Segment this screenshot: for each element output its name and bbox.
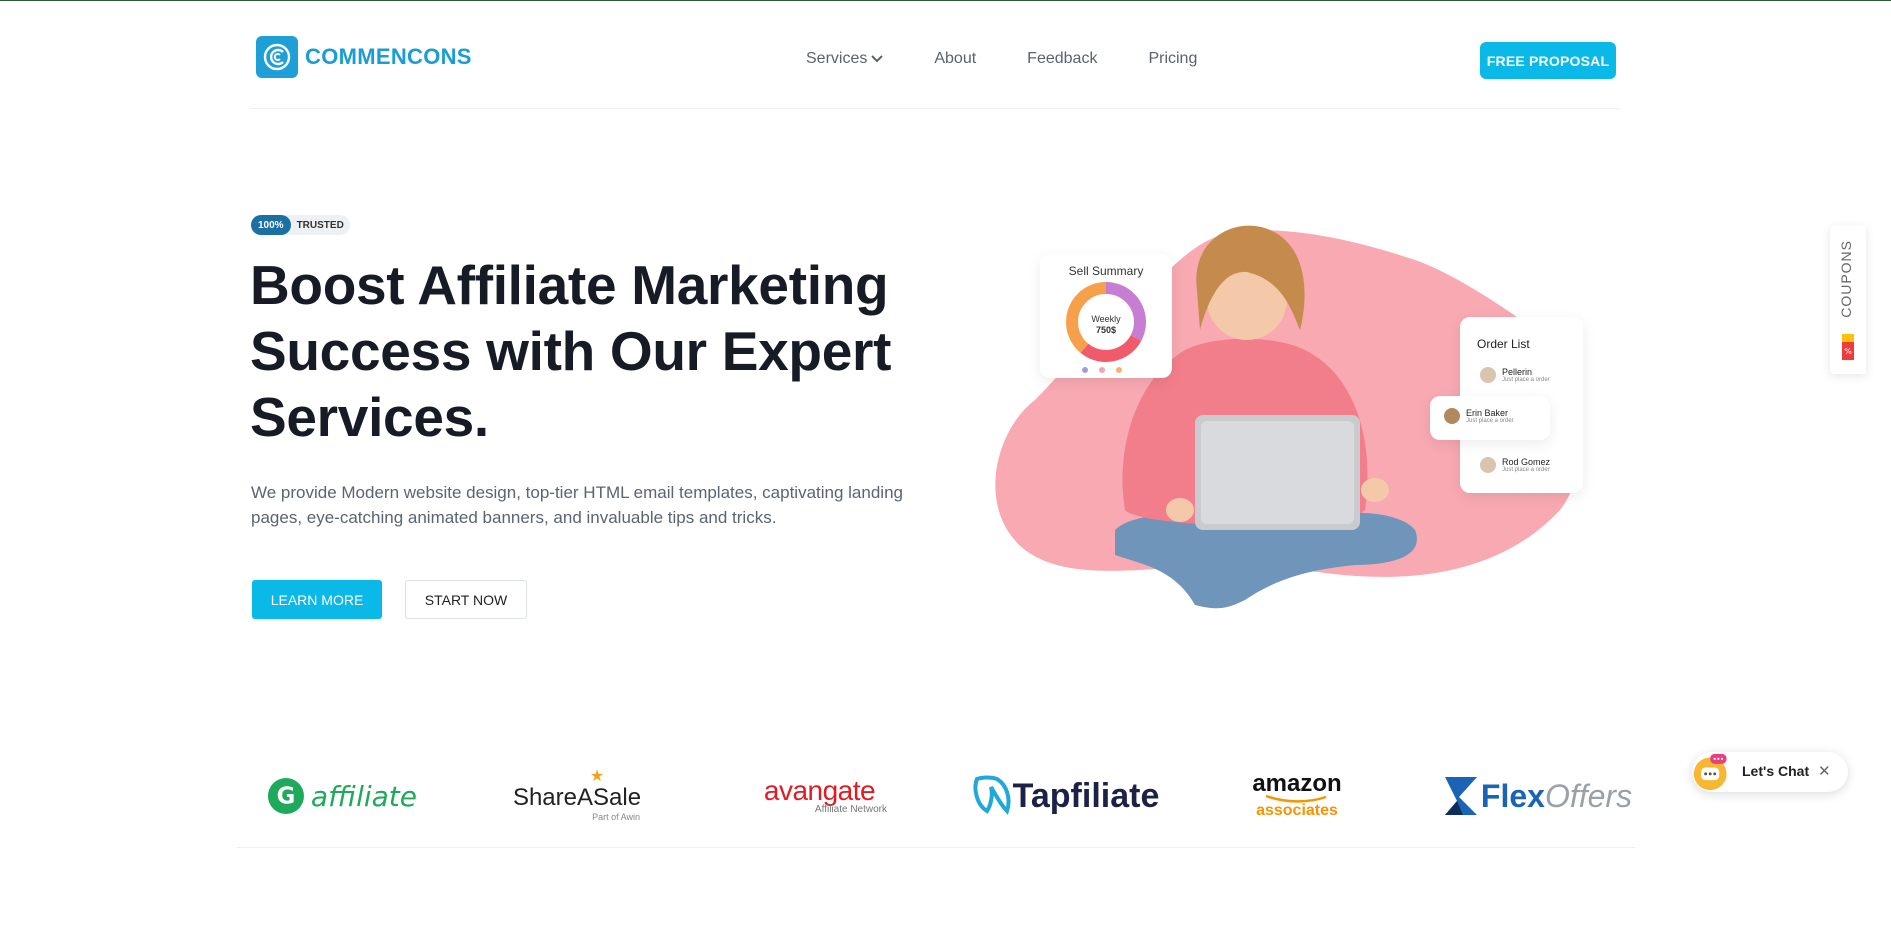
order-name: Pellerin <box>1502 367 1533 377</box>
nav-label: Feedback <box>1027 50 1098 67</box>
tapfiliate-icon <box>973 775 1011 815</box>
hero-description: We provide Modern website design, top-ti… <box>251 480 971 530</box>
coupon-icon: % <box>1842 334 1854 360</box>
chat-bubble-icon <box>1693 753 1727 791</box>
partner-name: Flex <box>1480 777 1545 814</box>
order-note: Just place a order <box>1466 418 1514 424</box>
order-row: Erin Baker Just place a order <box>1444 408 1514 424</box>
hero-title: Boost Affiliate Marketing Success with O… <box>250 252 950 450</box>
hero-title-line: Success with Our Expert <box>250 320 892 382</box>
avatar <box>1480 457 1496 473</box>
commencons-logo-icon <box>256 36 298 78</box>
partner-subtitle: associates <box>1256 802 1338 819</box>
cj-affiliate-logo[interactable]: G affiliate <box>267 760 417 832</box>
shareasale-logo[interactable]: ★ ShareASale Part of Awin <box>512 760 642 832</box>
partner-name: Tapfiliate <box>1012 776 1160 815</box>
order-name: Erin Baker <box>1466 408 1509 418</box>
free-proposal-button[interactable]: FREE PROPOSAL <box>1480 42 1616 79</box>
amazon-associates-logo[interactable]: amazon associates <box>1242 760 1352 832</box>
top-border <box>0 0 1891 1</box>
partner-name-2: Offers <box>1544 777 1633 814</box>
flexoffers-icon <box>1444 777 1477 815</box>
order-list-title: Order List <box>1477 337 1530 351</box>
learn-more-button[interactable]: LEARN MORE <box>252 580 382 619</box>
nav-item-feedback[interactable]: Feedback <box>1027 50 1097 68</box>
donut-center-value: 750$ <box>1095 325 1117 335</box>
avatar <box>1444 408 1460 424</box>
header-divider <box>250 108 1620 109</box>
nav-label: About <box>934 50 977 67</box>
coupons-tab[interactable]: COUPONS % <box>1830 226 1866 374</box>
chat-widget[interactable]: Let's Chat ✕ <box>1692 752 1848 792</box>
partner-logos: G affiliate ★ ShareASale Part of Awin av… <box>237 760 1635 840</box>
nav-item-about[interactable]: About <box>934 50 976 68</box>
chat-label: Let's Chat <box>1742 763 1810 779</box>
cj-icon: G <box>267 777 304 815</box>
logos-divider <box>237 847 1635 848</box>
main-nav: Services About Feedback Pricing <box>806 50 1197 68</box>
order-row: Rod Gomez Just place a order <box>1480 457 1550 473</box>
trusted-badge: 100% TRUSTED <box>251 215 350 235</box>
hero-title-line: Boost Affiliate Marketing <box>250 254 889 316</box>
hero-illustration: Sell Summary Weekly 750$ Order List Pell… <box>975 210 1600 620</box>
nav-item-services[interactable]: Services <box>806 50 884 68</box>
badge-label: TRUSTED <box>296 219 344 231</box>
partner-name: avangate <box>763 774 876 806</box>
chevron-down-icon <box>871 55 884 63</box>
hero-description-line: We provide Modern website design, top-ti… <box>251 483 903 502</box>
order-note: Just place a order <box>1502 377 1550 383</box>
star-icon: ★ <box>589 768 605 785</box>
brand-name: COMMENCONS <box>305 44 472 69</box>
partner-name: amazon <box>1252 770 1342 797</box>
brand-logo[interactable]: COMMENCONS <box>256 36 472 78</box>
svg-text:%: % <box>1844 347 1852 356</box>
partner-subtitle: Affiliate Network <box>814 803 887 815</box>
flexoffers-logo[interactable]: Flex Offers <box>1440 760 1635 832</box>
partner-name: affiliate <box>310 779 417 813</box>
badge-value: 100% <box>251 215 291 235</box>
nav-item-pricing[interactable]: Pricing <box>1148 50 1197 68</box>
order-row-highlight: Erin Baker Just place a order <box>1430 396 1550 440</box>
partner-name: ShareASale <box>512 784 642 811</box>
order-name: Rod Gomez <box>1502 457 1551 467</box>
avangate-logo[interactable]: avangate Affiliate Network <box>752 760 887 832</box>
partner-subtitle: Part of Awin <box>592 812 640 822</box>
site-header: COMMENCONS Services About Feedback Prici… <box>250 34 1618 106</box>
hero-title-line: Services. <box>250 386 489 448</box>
order-note: Just place a order <box>1502 467 1550 473</box>
svg-text:G: G <box>277 784 296 810</box>
tapfiliate-logo[interactable]: Tapfiliate <box>965 760 1165 832</box>
nav-label: Pricing <box>1148 50 1198 67</box>
close-icon[interactable]: ✕ <box>1818 762 1831 780</box>
order-row: Pellerin Just place a order <box>1480 367 1550 383</box>
avatar <box>1480 367 1496 383</box>
nav-label: Services <box>806 50 868 67</box>
sell-summary-card: Sell Summary Weekly 750$ <box>1040 254 1172 378</box>
coupons-label: COUPONS <box>1838 240 1854 318</box>
hero-description-line: pages, eye-catching animated banners, an… <box>251 508 777 527</box>
start-now-button[interactable]: START NOW <box>405 580 527 619</box>
donut-center-label: Weekly <box>1091 314 1121 324</box>
